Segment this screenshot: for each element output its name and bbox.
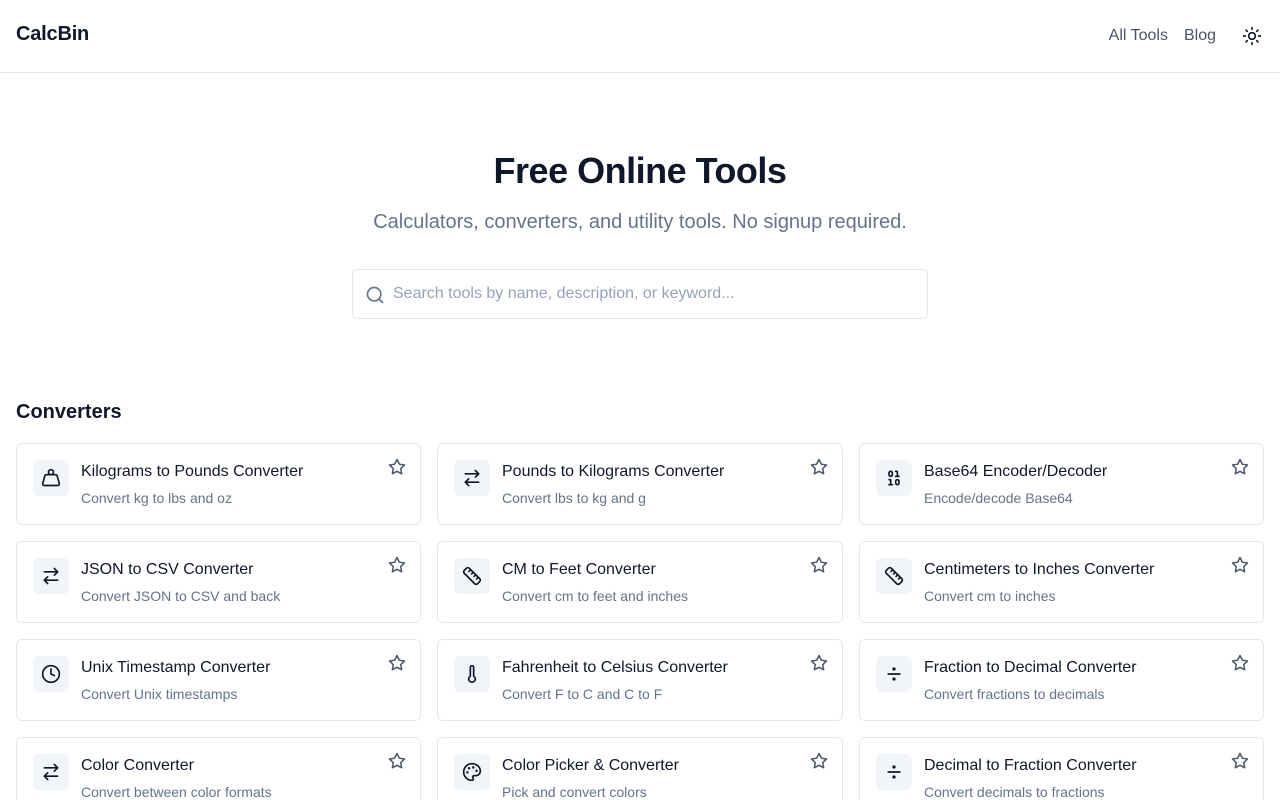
- tool-title: Kilograms to Pounds Converter: [81, 463, 304, 480]
- tool-icon-box: [876, 558, 912, 594]
- tool-description: Convert between color formats: [81, 784, 272, 800]
- favorite-star-icon[interactable]: [388, 654, 406, 672]
- tool-icon-box: [454, 460, 490, 496]
- site-logo[interactable]: CalcBin: [16, 23, 89, 46]
- hero-subtitle: Calculators, converters, and utility too…: [373, 211, 907, 233]
- favorite-star-icon[interactable]: [810, 458, 828, 476]
- tool-title: JSON to CSV Converter: [81, 561, 254, 578]
- tool-title: Centimeters to Inches Converter: [924, 561, 1155, 578]
- favorite-star-icon[interactable]: [388, 556, 406, 574]
- tool-description: Convert F to C and C to F: [502, 686, 663, 702]
- ruler-icon: [884, 566, 904, 586]
- tool-card[interactable]: Decimal to Fraction Converter Convert dec…: [859, 737, 1264, 800]
- sun-icon: [1242, 26, 1262, 46]
- favorite-star-icon[interactable]: [1231, 654, 1249, 672]
- favorite-star-icon[interactable]: [388, 458, 406, 476]
- favorite-star-icon[interactable]: [388, 752, 406, 770]
- hero-title: Free Online Tools: [493, 150, 787, 191]
- favorite-star-icon[interactable]: [1231, 752, 1249, 770]
- arrows-swap-icon: [41, 762, 61, 782]
- tool-icon-box: [33, 656, 69, 692]
- ruler-icon: [462, 566, 482, 586]
- tool-icon-box: [454, 558, 490, 594]
- nav-all-tools[interactable]: All Tools: [1109, 27, 1168, 45]
- favorite-star-icon[interactable]: [1231, 458, 1249, 476]
- tool-description: Encode/decode Base64: [924, 490, 1073, 506]
- tool-icon-box: [876, 460, 912, 496]
- tool-description: Convert cm to inches: [924, 588, 1056, 604]
- tool-title: Color Picker & Converter: [502, 757, 679, 774]
- tool-icon-box: [876, 656, 912, 692]
- tool-card[interactable]: Color Picker & Converter Pick and convert…: [437, 737, 843, 800]
- section-title-converters: Converters: [16, 401, 122, 423]
- tool-title: Pounds to Kilograms Converter: [502, 463, 725, 480]
- search-box: [352, 269, 928, 319]
- tool-icon-box: [33, 754, 69, 790]
- palette-icon: [462, 762, 482, 782]
- tool-card[interactable]: JSON to CSV Converter Convert JSON to CSV…: [16, 541, 421, 623]
- theme-toggle-button[interactable]: [1242, 26, 1262, 46]
- divide-icon: [884, 762, 904, 782]
- tool-description: Convert fractions to decimals: [924, 686, 1105, 702]
- tool-title: Color Converter: [81, 757, 194, 774]
- tool-title: Decimal to Fraction Converter: [924, 757, 1137, 774]
- tool-icon-box: [454, 656, 490, 692]
- tool-title: Unix Timestamp Converter: [81, 659, 271, 676]
- tool-card[interactable]: Fraction to Decimal Converter Convert fra…: [859, 639, 1264, 721]
- tool-description: Convert JSON to CSV and back: [81, 588, 281, 604]
- tool-card[interactable]: Color Converter Convert between color for…: [16, 737, 421, 800]
- tool-description: Convert Unix timestamps: [81, 686, 238, 702]
- binary-icon: [884, 468, 904, 488]
- favorite-star-icon[interactable]: [810, 752, 828, 770]
- tool-description: Convert lbs to kg and g: [502, 490, 646, 506]
- top-nav: All Tools Blog: [1109, 0, 1264, 72]
- tool-card[interactable]: CM to Feet Converter Convert cm to feet a…: [437, 541, 843, 623]
- tool-title: Fraction to Decimal Converter: [924, 659, 1137, 676]
- tool-description: Convert cm to feet and inches: [502, 588, 688, 604]
- thermometer-icon: [462, 664, 482, 684]
- tool-title: Fahrenheit to Celsius Converter: [502, 659, 728, 676]
- tool-card[interactable]: Fahrenheit to Celsius Converter Convert F…: [437, 639, 843, 721]
- arrows-swap-icon: [41, 566, 61, 586]
- favorite-star-icon[interactable]: [810, 654, 828, 672]
- tool-card[interactable]: Centimeters to Inches Converter Convert c…: [859, 541, 1264, 623]
- tool-icon-box: [454, 754, 490, 790]
- favorite-star-icon[interactable]: [810, 556, 828, 574]
- arrows-swap-icon: [462, 468, 482, 488]
- tool-description: Convert kg to lbs and oz: [81, 490, 232, 506]
- tool-description: Pick and convert colors: [502, 784, 647, 800]
- tool-card[interactable]: Pounds to Kilograms Converter Convert lbs…: [437, 443, 843, 525]
- tool-card[interactable]: Unix Timestamp Converter Convert Unix tim…: [16, 639, 421, 721]
- tool-title: CM to Feet Converter: [502, 561, 656, 578]
- tool-icon-box: [876, 754, 912, 790]
- site-header: CalcBin All Tools Blog: [0, 0, 1280, 73]
- tool-description: Convert decimals to fractions: [924, 784, 1105, 800]
- tool-icon-box: [33, 558, 69, 594]
- search-icon: [365, 285, 385, 305]
- favorite-star-icon[interactable]: [1231, 556, 1249, 574]
- nav-blog[interactable]: Blog: [1184, 27, 1216, 45]
- tools-grid: Kilograms to Pounds Converter Convert kg …: [16, 443, 1264, 800]
- tool-card[interactable]: Kilograms to Pounds Converter Convert kg …: [16, 443, 421, 525]
- tool-icon-box: [33, 460, 69, 496]
- divide-icon: [884, 664, 904, 684]
- tool-card[interactable]: Base64 Encoder/Decoder Encode/decode Base…: [859, 443, 1264, 525]
- clock-icon: [41, 664, 61, 684]
- search-input[interactable]: [393, 271, 913, 317]
- tool-title: Base64 Encoder/Decoder: [924, 463, 1108, 480]
- weight-icon: [41, 468, 61, 488]
